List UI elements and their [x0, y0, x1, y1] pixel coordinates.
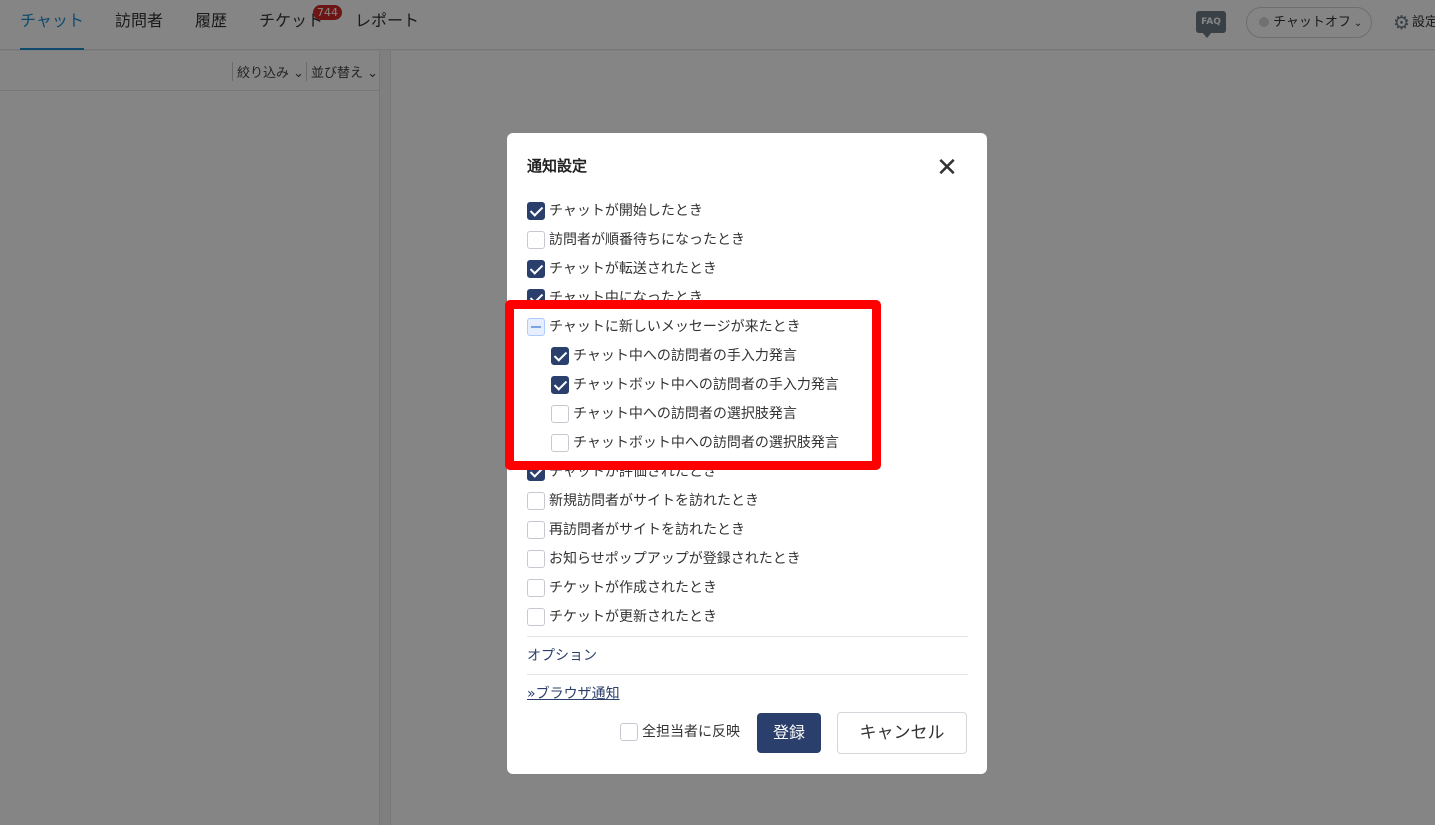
checkbox-label: 新規訪問者がサイトを訪れたとき — [549, 493, 759, 509]
checkbox[interactable] — [620, 723, 638, 741]
highlight-annotation-box — [505, 300, 881, 470]
register-button[interactable]: 登録 — [757, 713, 821, 753]
options-section-label[interactable]: オプション — [527, 645, 597, 665]
checkbox[interactable] — [527, 260, 545, 278]
checkbox-label: チケットが作成されたとき — [549, 580, 717, 596]
checkbox[interactable] — [527, 231, 545, 249]
divider — [527, 674, 968, 675]
checkbox[interactable] — [527, 202, 545, 220]
checkbox-label: お知らせポップアップが登録されたとき — [549, 551, 801, 567]
checkbox-label: チケットが更新されたとき — [549, 609, 717, 625]
checkbox-label: 訪問者が順番待ちになったとき — [549, 232, 745, 248]
checkbox[interactable] — [527, 579, 545, 597]
close-icon[interactable]: ✕ — [935, 155, 959, 181]
checkbox[interactable] — [527, 492, 545, 510]
cancel-button[interactable]: キャンセル — [837, 712, 967, 754]
divider — [527, 636, 968, 637]
checkbox[interactable] — [527, 550, 545, 568]
dialog-title: 通知設定 — [527, 157, 588, 175]
checkbox-label: 再訪問者がサイトを訪れたとき — [549, 522, 745, 538]
checkbox[interactable] — [527, 608, 545, 626]
browser-notification-link[interactable]: »ブラウザ通知 — [527, 683, 620, 703]
checkbox[interactable] — [527, 521, 545, 539]
checkbox-label: チャットが開始したとき — [549, 203, 703, 219]
apply-all-label: 全担当者に反映 — [642, 724, 740, 740]
checkbox-label: チャットが転送されたとき — [549, 261, 717, 277]
